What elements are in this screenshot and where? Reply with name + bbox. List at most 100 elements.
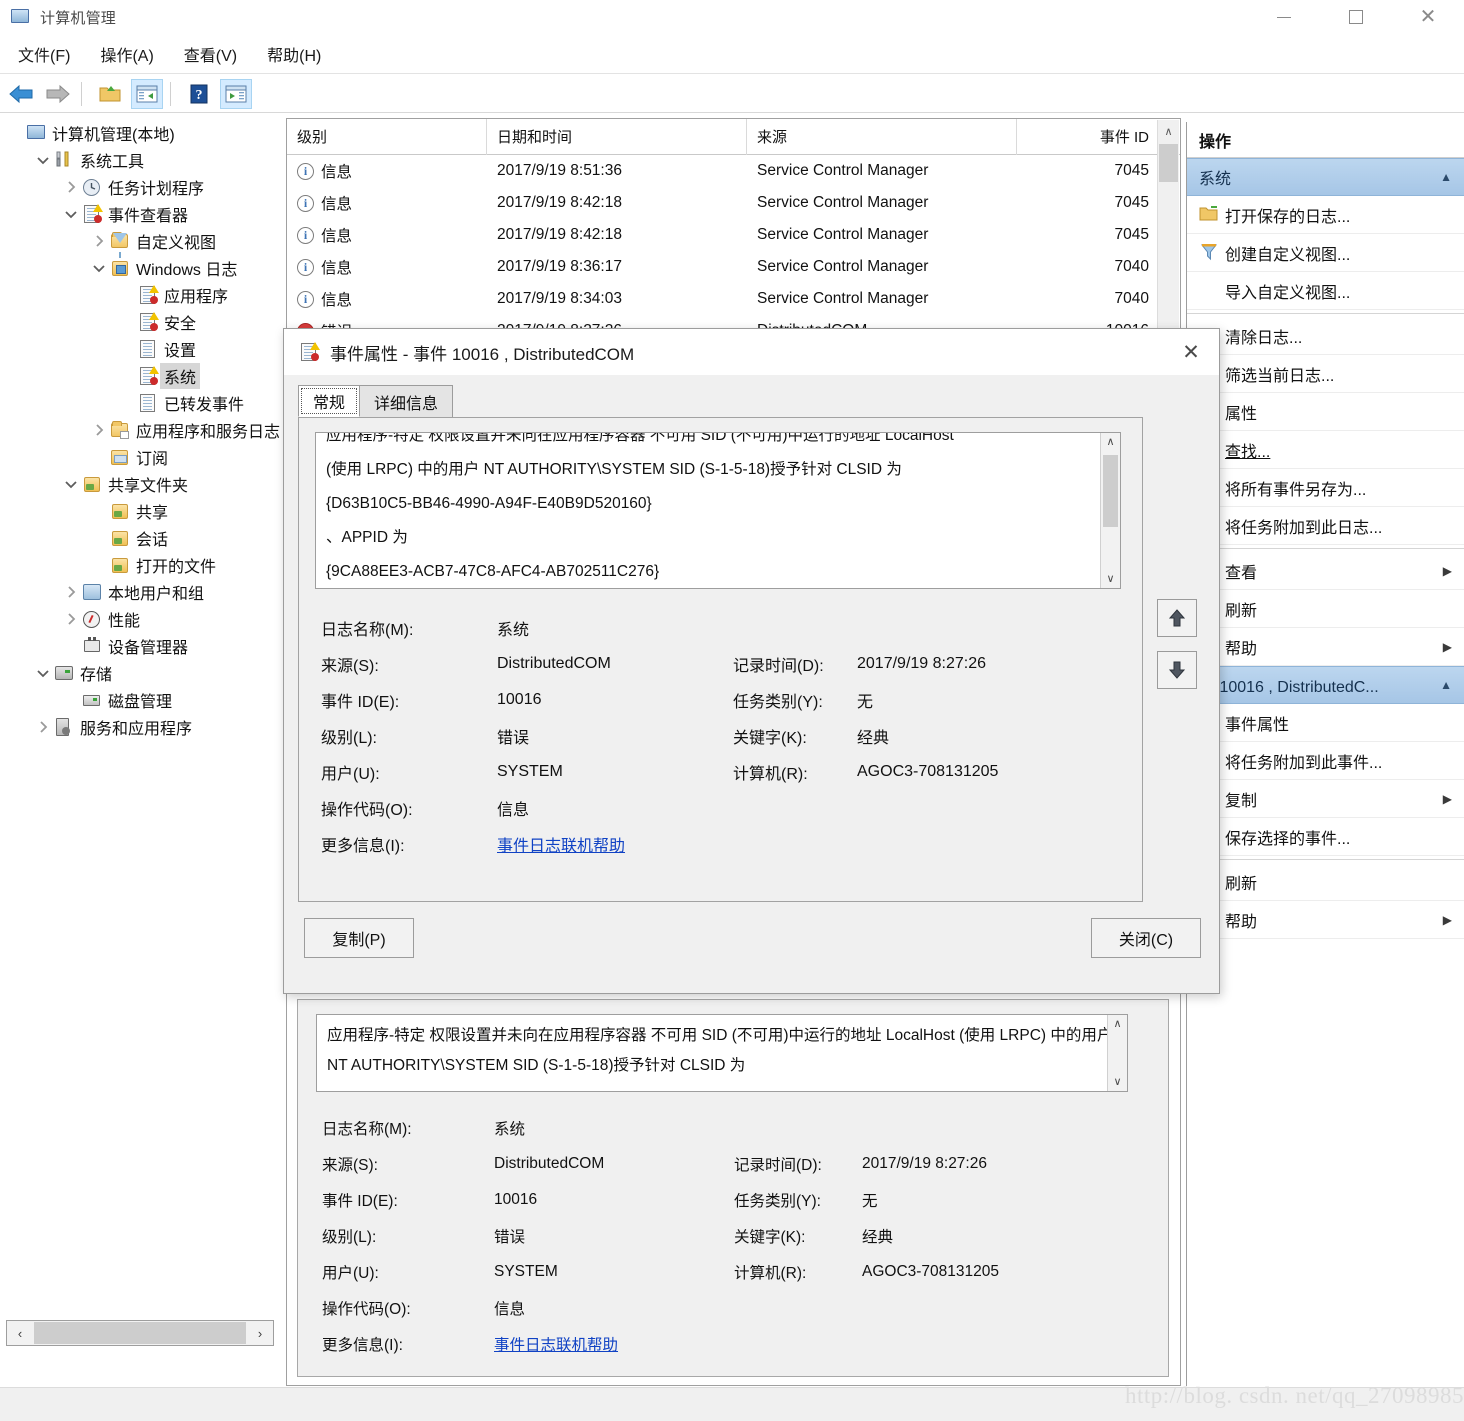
tree-item-20[interactable]: 存储: [4, 659, 282, 686]
tree-item-12[interactable]: 订阅: [4, 443, 282, 470]
action-item[interactable]: 打开保存的日志...: [1187, 196, 1464, 234]
event-log-online-help-link[interactable]: 事件日志联机帮助: [494, 1333, 734, 1355]
chevron-down-icon[interactable]: [32, 663, 54, 683]
close-button[interactable]: ✕: [1392, 0, 1464, 34]
chevron-right-icon[interactable]: [32, 717, 54, 737]
action-item[interactable]: 导入自定义视图...: [1187, 272, 1464, 310]
copy-button[interactable]: 复制(P): [304, 918, 414, 958]
event-table-row[interactable]: i 信息 2017/9/19 8:42:18 Service Control Mana…: [287, 219, 1180, 251]
next-event-button[interactable]: [1157, 651, 1197, 689]
scroll-down-icon[interactable]: ∨: [1108, 1073, 1127, 1091]
event-list-scrollbar[interactable]: ∧: [1157, 120, 1179, 329]
tree-item-21[interactable]: 磁盘管理: [4, 686, 282, 713]
show-hide-tree-button[interactable]: [131, 78, 163, 109]
action-item[interactable]: 查找...: [1187, 431, 1464, 469]
action-item[interactable]: 复制 ▶: [1187, 780, 1464, 818]
chevron-up-icon[interactable]: ▲: [1440, 170, 1452, 184]
tree-horizontal-scrollbar[interactable]: ‹ ›: [6, 1320, 274, 1346]
back-button[interactable]: [5, 79, 37, 109]
tree-item-10[interactable]: 已转发事件: [4, 389, 282, 416]
chevron-right-icon[interactable]: [60, 609, 82, 629]
chevron-up-icon[interactable]: ▲: [1440, 678, 1452, 692]
chevron-down-icon[interactable]: [88, 258, 110, 278]
column-header-source[interactable]: 来源: [747, 118, 1017, 155]
scrollbar-thumb[interactable]: [34, 1322, 246, 1344]
column-header-level[interactable]: 级别: [287, 118, 487, 155]
action-item[interactable]: 属性: [1187, 393, 1464, 431]
tree-item-2[interactable]: 任务计划程序: [4, 173, 282, 200]
event-table-row[interactable]: i 信息 2017/9/19 8:34:03 Service Control Mana…: [287, 283, 1180, 315]
scroll-down-icon[interactable]: ∨: [1101, 570, 1120, 588]
minimize-button[interactable]: [1248, 0, 1320, 34]
action-item[interactable]: 创建自定义视图...: [1187, 234, 1464, 272]
close-dialog-button[interactable]: 关闭(C): [1091, 918, 1201, 958]
column-header-datetime[interactable]: 日期和时间: [487, 118, 747, 155]
tree-item-9[interactable]: 系统: [4, 362, 282, 389]
scrollbar-thumb[interactable]: [1103, 455, 1118, 527]
up-folder-button[interactable]: [94, 79, 126, 109]
tree-item-11[interactable]: 应用程序和服务日志: [4, 416, 282, 443]
scroll-right-icon[interactable]: ›: [247, 1321, 273, 1345]
chevron-right-icon[interactable]: [60, 177, 82, 197]
action-item[interactable]: 刷新: [1187, 590, 1464, 628]
action-item[interactable]: 清除日志...: [1187, 317, 1464, 355]
scroll-up-icon[interactable]: ∧: [1158, 120, 1179, 142]
chevron-right-icon[interactable]: [88, 231, 110, 251]
maximize-button[interactable]: [1320, 0, 1392, 34]
scroll-up-icon[interactable]: ∧: [1108, 1015, 1127, 1033]
action-item[interactable]: 保存选择的事件...: [1187, 818, 1464, 856]
tree-item-4[interactable]: 自定义视图: [4, 227, 282, 258]
menu-action[interactable]: 操作(A): [88, 38, 165, 70]
tree-item-15[interactable]: 会话: [4, 524, 282, 551]
action-item[interactable]: 刷新: [1187, 863, 1464, 901]
show-hide-actions-button[interactable]: [220, 78, 252, 109]
chevron-down-icon[interactable]: [60, 474, 82, 494]
tree-item-19[interactable]: 设备管理器: [4, 632, 282, 659]
actions-group-header-0[interactable]: 系统 ▲: [1187, 158, 1464, 196]
chevron-right-icon[interactable]: [60, 582, 82, 602]
scroll-left-icon[interactable]: ‹: [7, 1321, 33, 1345]
scroll-up-icon[interactable]: ∧: [1101, 433, 1120, 451]
tree-item-8[interactable]: 设置: [4, 335, 282, 362]
event-table-row[interactable]: i 信息 2017/9/19 8:51:36 Service Control Mana…: [287, 155, 1180, 187]
previous-event-button[interactable]: [1157, 599, 1197, 637]
tree-item-1[interactable]: 系统工具: [4, 146, 282, 173]
tree-item-3[interactable]: 事件查看器: [4, 200, 282, 227]
action-item[interactable]: 将任务附加到此日志...: [1187, 507, 1464, 545]
tree-item-13[interactable]: 共享文件夹: [4, 470, 282, 497]
chevron-down-icon[interactable]: [32, 150, 54, 170]
tree-item-14[interactable]: 共享: [4, 497, 282, 524]
action-item[interactable]: 筛选当前日志...: [1187, 355, 1464, 393]
dialog-close-button[interactable]: ✕: [1163, 329, 1219, 375]
tree-item-22[interactable]: 服务和应用程序: [4, 713, 282, 740]
menu-help[interactable]: 帮助(H): [255, 38, 333, 70]
preview-description-scrollbar[interactable]: ∧ ∨: [1107, 1015, 1127, 1091]
dialog-description-box[interactable]: 应用程序-特定 权限设置并未向在应用程序容器 不可用 SID (不可用)中运行的…: [315, 432, 1121, 589]
menu-file[interactable]: 文件(F): [6, 38, 82, 70]
event-table-row[interactable]: i 信息 2017/9/19 8:42:18 Service Control Mana…: [287, 187, 1180, 219]
forward-button[interactable]: [42, 79, 74, 109]
event-log-online-help-link[interactable]: 事件日志联机帮助: [497, 832, 733, 856]
tree-item-0[interactable]: 计算机管理(本地): [4, 119, 282, 146]
column-header-event-id[interactable]: 事件 ID: [1017, 119, 1159, 155]
tree-item-7[interactable]: 安全: [4, 308, 282, 335]
action-item[interactable]: 帮助 ▶: [1187, 628, 1464, 666]
action-item[interactable]: 查看 ▶: [1187, 552, 1464, 590]
chevron-right-icon[interactable]: [88, 420, 110, 440]
dialog-description-scrollbar[interactable]: ∧ ∨: [1100, 433, 1120, 588]
tab-details[interactable]: 详细信息: [359, 385, 454, 417]
action-item[interactable]: 帮助 ▶: [1187, 901, 1464, 939]
tab-general[interactable]: 常规: [298, 385, 361, 417]
event-table-row[interactable]: i 信息 2017/9/19 8:36:17 Service Control Mana…: [287, 251, 1180, 283]
action-item[interactable]: 事件属性: [1187, 704, 1464, 742]
tree-item-6[interactable]: 应用程序: [4, 281, 282, 308]
menu-view[interactable]: 查看(V): [172, 38, 249, 70]
tree-item-5[interactable]: Windows 日志: [4, 254, 282, 281]
action-item[interactable]: 将所有事件另存为...: [1187, 469, 1464, 507]
scrollbar-thumb[interactable]: [1159, 144, 1178, 182]
action-item[interactable]: 将任务附加到此事件...: [1187, 742, 1464, 780]
tree-item-16[interactable]: 打开的文件: [4, 551, 282, 578]
actions-group-header-1[interactable]: 件 10016 , DistributedC... ▲: [1187, 666, 1464, 704]
tree-item-18[interactable]: 性能: [4, 605, 282, 632]
tree-item-17[interactable]: 本地用户和组: [4, 578, 282, 605]
